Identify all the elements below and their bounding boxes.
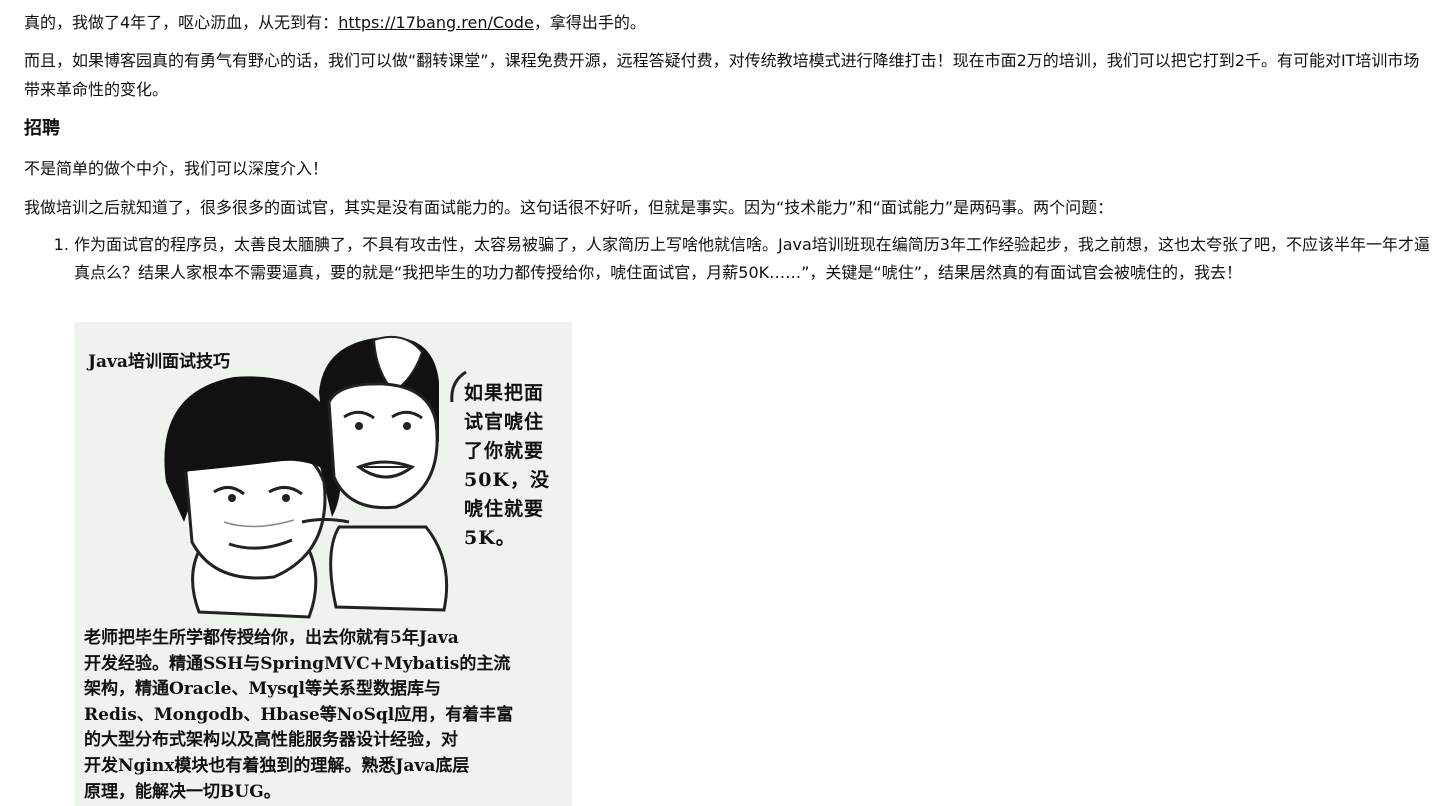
caption-line: 原理，能解决一切BUG。 xyxy=(84,781,281,802)
meme-image: Java培训面试技巧 如果把面 试官唬住 了你就要 50K，没 唬住就要 5K。… xyxy=(74,322,572,806)
interviewer-paragraph: 我做培训之后就知道了，很多很多的面试官，其实是没有面试能力的。这句话很不好听，但… xyxy=(24,198,1114,217)
intro-paragraph: 真的，我做了4年了，呕心沥血，从无到有：https://17bang.ren/C… xyxy=(24,8,646,37)
caption-line: 架构，精通Oracle、Mysql等关系型数据库与 xyxy=(84,679,442,700)
list-item: 作为面试官的程序员，太善良太腼腆了，不具有攻击性，太容易被骗了，人家简历上写啥他… xyxy=(74,231,1432,287)
code-link[interactable]: https://17bang.ren/Code xyxy=(338,13,534,32)
caption-line: Redis、Mongodb、Hbase等NoSql应用，有着丰富 xyxy=(84,704,514,725)
caption-line: 老师把毕生所学都传授给你，出去你就有5年Java xyxy=(84,628,459,648)
speech-line: 唬住就要 xyxy=(464,498,545,520)
problems-list: 作为面试官的程序员，太善良太腼腆了，不具有攻击性，太容易被骗了，人家简历上写啥他… xyxy=(24,231,1432,287)
flip-classroom-paragraph: 而且，如果博客园真的有勇气有野心的话，我们可以做“翻转课堂”，课程免费开源，远程… xyxy=(24,51,1420,99)
intro-text-end: ，拿得出手的。 xyxy=(533,13,646,32)
speech-line: 如果把面 xyxy=(464,382,545,404)
meme-caption: 老师把毕生所学都传授给你，出去你就有5年Java 开发经验。精通SSH与Spri… xyxy=(84,626,566,805)
intro-text: 真的，我做了4年了，呕心沥血，从无到有： xyxy=(24,13,339,32)
speech-line: 了你就要 xyxy=(464,440,545,462)
caption-line: 的大型分布式架构以及高性能服务器设计经验，对 xyxy=(84,730,458,751)
left-character xyxy=(164,376,342,619)
meme-title: Java培训面试技巧 xyxy=(88,352,230,372)
caption-line: 开发Nginx模块也有着独到的理解。熟悉Java底层 xyxy=(84,755,470,776)
caption-line: 开发经验。精通SSH与SpringMVC+Mybatis的主流 xyxy=(84,653,511,674)
speech-line: 试官唬住 xyxy=(464,411,545,433)
speech-bubble-text: 如果把面 试官唬住 了你就要 50K，没 唬住就要 5K。 xyxy=(464,379,564,553)
speech-line: 50K，没 xyxy=(464,469,550,491)
speech-line: 5K。 xyxy=(464,527,516,549)
recruit-intro-paragraph: 不是简单的做个中介，我们可以深度介入！ xyxy=(24,159,329,178)
recruit-heading: 招聘 xyxy=(24,118,60,139)
